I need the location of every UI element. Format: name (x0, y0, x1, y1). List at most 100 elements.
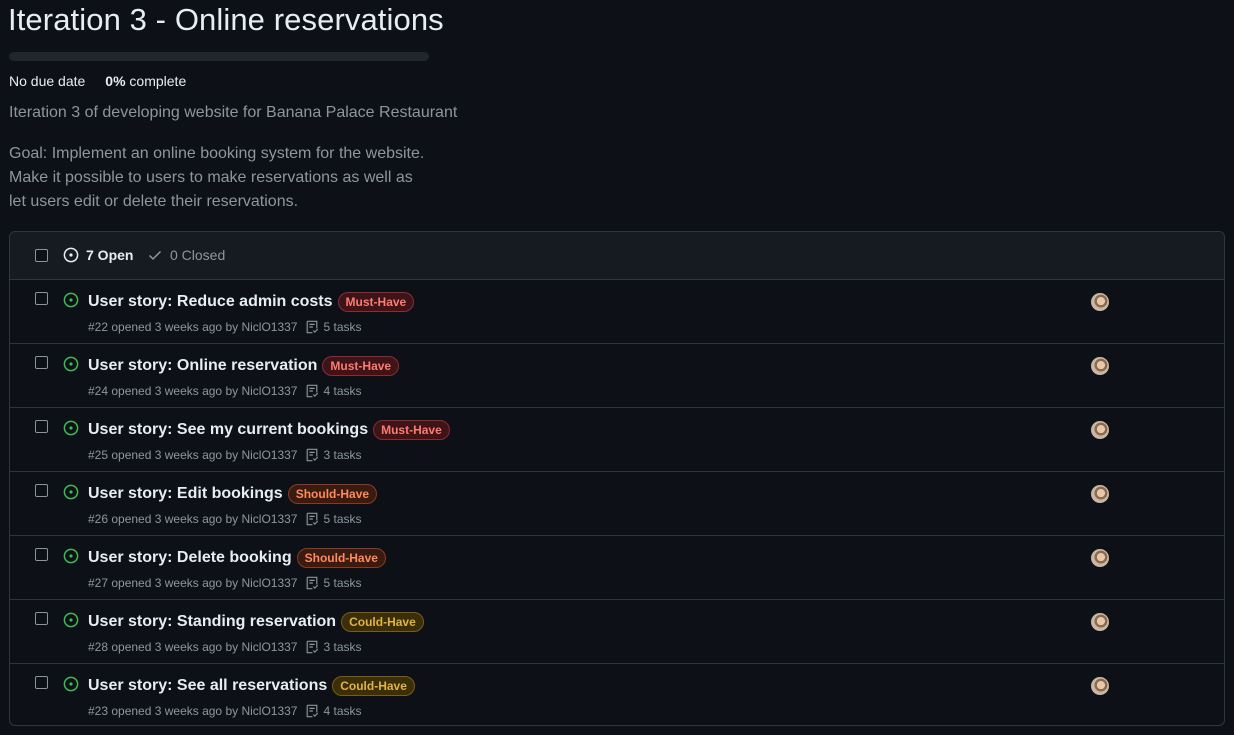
milestone-meta: No due date 0% complete (9, 73, 186, 89)
goal-line: Make it possible to users to make reserv… (9, 169, 413, 186)
issue-meta: #22 opened 3 weeks ago by NiclO1337 5 ta… (88, 320, 362, 334)
open-count: 7 Open (86, 247, 134, 263)
priority-label[interactable]: Must-Have (337, 292, 415, 312)
issue-opened-info: #28 opened 3 weeks ago by NiclO1337 (88, 640, 298, 654)
issue-open-icon (63, 548, 79, 564)
issue-title-link[interactable]: User story: Reduce admin costs (88, 293, 333, 311)
task-count: 5 tasks (323, 576, 362, 590)
priority-label[interactable]: Must-Have (373, 420, 450, 440)
milestone-progress-bar (9, 52, 429, 61)
milestone-description: Iteration 3 of developing website for Ba… (9, 101, 457, 214)
task-progress[interactable]: 5 tasks (305, 512, 362, 526)
issue-row: User story: Delete booking Should-Have #… (10, 536, 1224, 600)
priority-label[interactable]: Should-Have (287, 484, 378, 504)
issue-open-icon (63, 420, 79, 436)
issues-list-header: 7 Open 0 Closed (10, 232, 1224, 280)
assignee-avatar[interactable] (1091, 421, 1109, 439)
issue-checkbox[interactable] (35, 676, 48, 689)
issue-title-link[interactable]: User story: Online reservation (88, 357, 317, 375)
issue-checkbox[interactable] (35, 356, 48, 369)
issue-open-icon (63, 612, 79, 628)
assignee-avatar[interactable] (1091, 613, 1109, 631)
assignee-avatar[interactable] (1091, 293, 1109, 311)
checklist-icon (307, 512, 319, 526)
assignee-avatar[interactable] (1091, 485, 1109, 503)
task-progress[interactable]: 5 tasks (305, 576, 362, 590)
issue-title-line: User story: See all reservations Could-H… (88, 676, 415, 696)
task-progress[interactable]: 4 tasks (305, 704, 362, 718)
goal-line: Goal: Implement an online booking system… (9, 145, 425, 162)
issue-opened-info: #23 opened 3 weeks ago by NiclO1337 (88, 704, 298, 718)
task-progress[interactable]: 3 tasks (305, 640, 362, 654)
checklist-icon (307, 576, 319, 590)
closed-filter[interactable]: 0 Closed (147, 247, 225, 263)
issue-opened-info: #25 opened 3 weeks ago by NiclO1337 (88, 448, 298, 462)
issue-title-line: User story: Online reservation Must-Have (88, 356, 400, 376)
issue-title-line: User story: Reduce admin costs Must-Have (88, 292, 415, 312)
issue-open-icon (63, 484, 79, 500)
issue-open-icon (63, 247, 79, 263)
issue-meta: #26 opened 3 weeks ago by NiclO1337 5 ta… (88, 512, 362, 526)
task-count: 4 tasks (323, 704, 362, 718)
task-count: 4 tasks (323, 384, 362, 398)
due-date: No due date (9, 73, 86, 89)
assignee-avatar[interactable] (1091, 357, 1109, 375)
priority-label[interactable]: Could-Have (341, 612, 424, 632)
issues-list: 7 Open 0 Closed User story: Reduce admin… (9, 231, 1225, 726)
milestone-title: Iteration 3 - Online reservations (8, 2, 444, 37)
issue-checkbox[interactable] (35, 612, 48, 625)
issue-meta: #24 opened 3 weeks ago by NiclO1337 4 ta… (88, 384, 362, 398)
issue-row: User story: Standing reservation Could-H… (10, 600, 1224, 664)
task-count: 3 tasks (323, 640, 362, 654)
task-count: 5 tasks (323, 512, 362, 526)
select-all-checkbox[interactable] (35, 249, 48, 262)
percent-complete: 0% (105, 73, 126, 89)
issue-opened-info: #22 opened 3 weeks ago by NiclO1337 (88, 320, 298, 334)
issue-opened-info: #26 opened 3 weeks ago by NiclO1337 (88, 512, 298, 526)
issue-meta: #25 opened 3 weeks ago by NiclO1337 3 ta… (88, 448, 362, 462)
issue-title-line: User story: Edit bookings Should-Have (88, 484, 378, 504)
task-count: 5 tasks (323, 320, 362, 334)
issue-meta: #23 opened 3 weeks ago by NiclO1337 4 ta… (88, 704, 362, 718)
issue-open-icon (63, 292, 79, 308)
issue-checkbox[interactable] (35, 484, 48, 497)
issue-opened-info: #24 opened 3 weeks ago by NiclO1337 (88, 384, 298, 398)
open-filter[interactable]: 7 Open (63, 247, 133, 263)
check-icon (148, 250, 162, 261)
checklist-icon (307, 640, 319, 654)
complete-label: complete (129, 73, 187, 89)
completion: 0% complete (105, 73, 186, 89)
issue-row: User story: See all reservations Could-H… (10, 664, 1224, 725)
issue-open-icon (63, 676, 79, 692)
checklist-icon (307, 448, 319, 462)
issue-title-line: User story: See my current bookings Must… (88, 420, 450, 440)
checklist-icon (307, 320, 319, 334)
checklist-icon (307, 384, 319, 398)
priority-label[interactable]: Could-Have (332, 676, 415, 696)
issue-checkbox[interactable] (35, 420, 48, 433)
issue-title-link[interactable]: User story: Standing reservation (88, 613, 336, 631)
task-progress[interactable]: 4 tasks (305, 384, 362, 398)
issue-row: User story: See my current bookings Must… (10, 408, 1224, 472)
issue-title-link[interactable]: User story: See all reservations (88, 677, 327, 695)
issue-row: User story: Online reservation Must-Have… (10, 344, 1224, 408)
goal-line: let users edit or delete their reservati… (9, 193, 299, 210)
issue-open-icon (63, 356, 79, 372)
priority-label[interactable]: Must-Have (322, 356, 400, 376)
task-progress[interactable]: 5 tasks (305, 320, 362, 334)
assignee-avatar[interactable] (1091, 677, 1109, 695)
issue-title-link[interactable]: User story: See my current bookings (88, 421, 368, 439)
issue-checkbox[interactable] (35, 548, 48, 561)
issue-title-line: User story: Standing reservation Could-H… (88, 612, 424, 632)
issue-title-link[interactable]: User story: Edit bookings (88, 485, 283, 503)
issue-title-link[interactable]: User story: Delete booking (88, 549, 292, 567)
issue-meta: #28 opened 3 weeks ago by NiclO1337 3 ta… (88, 640, 362, 654)
assignee-avatar[interactable] (1091, 549, 1109, 567)
issue-checkbox[interactable] (35, 292, 48, 305)
goal-text: Goal: Implement an online booking system… (9, 142, 457, 214)
priority-label[interactable]: Should-Have (296, 548, 386, 568)
checklist-icon (307, 704, 319, 718)
description-line: Iteration 3 of developing website for Ba… (9, 104, 458, 121)
issue-title-line: User story: Delete booking Should-Have (88, 548, 386, 568)
task-progress[interactable]: 3 tasks (305, 448, 362, 462)
